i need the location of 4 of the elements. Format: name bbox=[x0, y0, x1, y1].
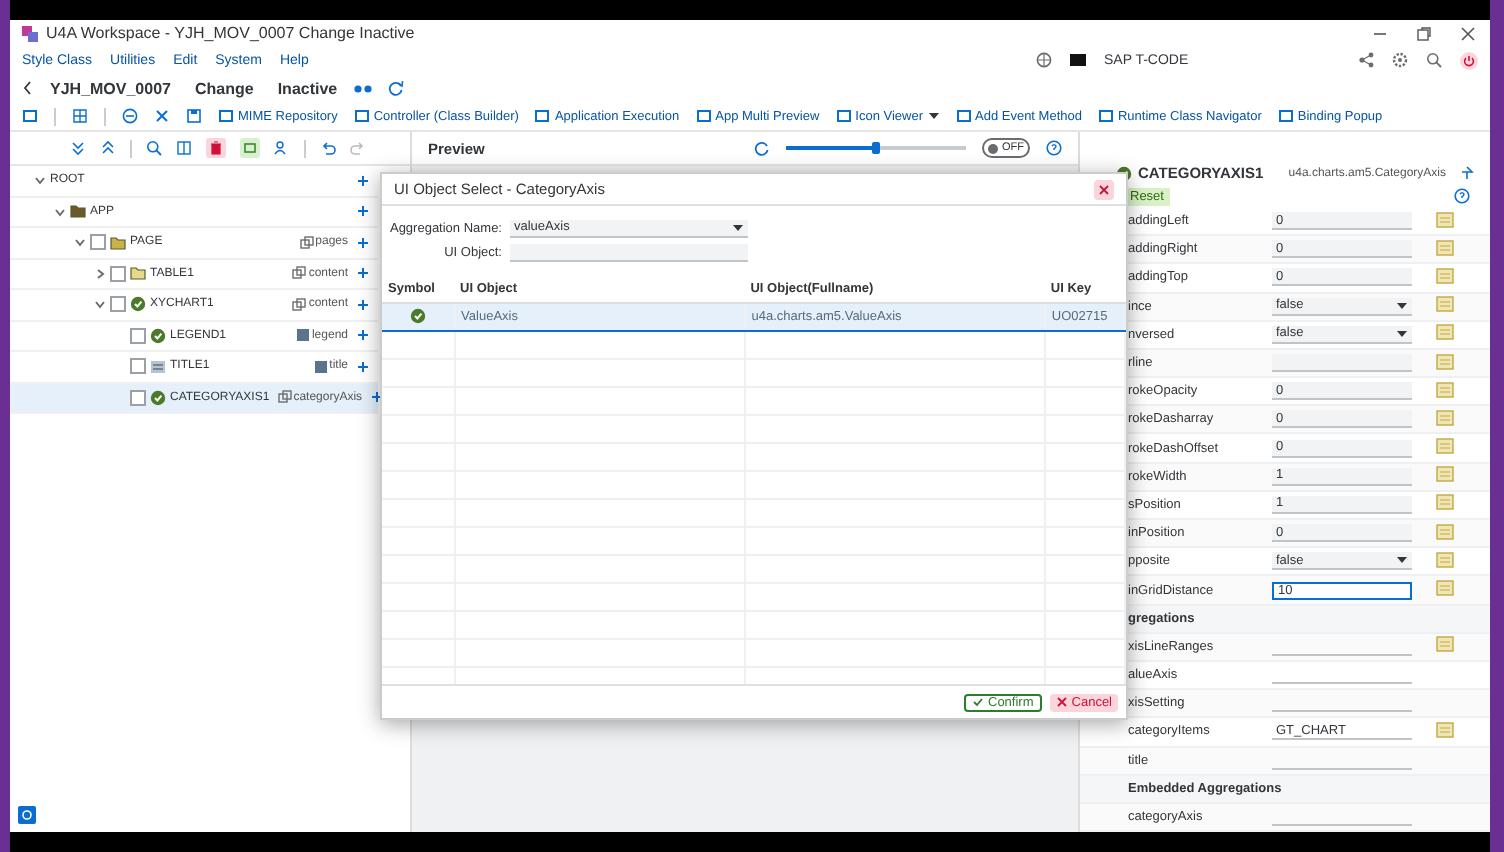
program-name: YJH_MOV_0007 bbox=[50, 79, 171, 97]
edit-mode: Change bbox=[194, 79, 254, 97]
activation-status: Inactive bbox=[277, 79, 338, 97]
window-title: U4A Workspace - YJH_MOV_0007 Change Inactive bbox=[46, 24, 415, 42]
